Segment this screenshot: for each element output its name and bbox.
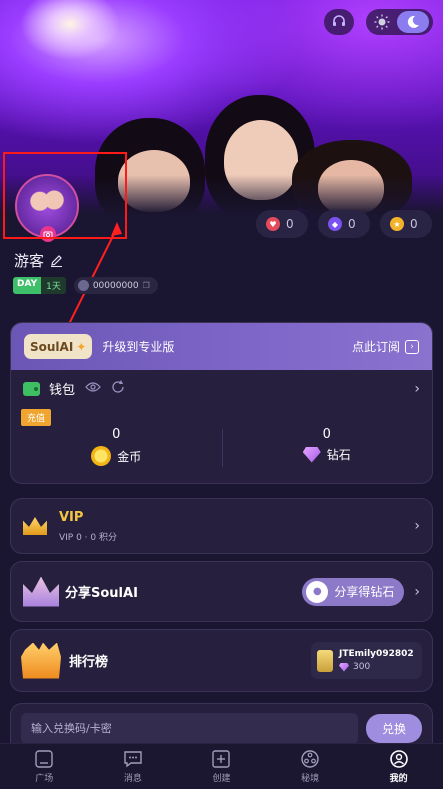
- user-id-badge[interactable]: 00000000 ❐: [73, 277, 158, 294]
- top-user-score: 300: [353, 662, 371, 672]
- recharge-tag[interactable]: 充值: [21, 409, 52, 426]
- highlight-box: [3, 152, 127, 239]
- edit-icon[interactable]: [50, 254, 63, 267]
- diamond-icon: [339, 662, 349, 672]
- nav-label: 创建: [212, 774, 231, 784]
- moon-icon: [407, 15, 419, 28]
- message-icon: [123, 749, 143, 769]
- film-reel-icon: [300, 749, 320, 769]
- upgrade-text: 升级到专业版: [102, 340, 175, 354]
- balances: 0 金币 0 钻石: [11, 427, 433, 467]
- profile-icon: [389, 749, 409, 769]
- share-title: 分享SoulAI: [65, 586, 138, 601]
- username-row: 游客: [14, 250, 63, 271]
- diamond-icon: [302, 446, 321, 463]
- bottom-nav: 广场 消息 创建 秘境 我的: [0, 743, 443, 789]
- stars-count[interactable]: ★ 0: [380, 210, 432, 238]
- nav-label: 秘境: [301, 774, 320, 784]
- support-button[interactable]: [324, 9, 354, 35]
- sun-icon: [374, 14, 390, 30]
- square-icon: [34, 749, 54, 769]
- wallet-title: 钱包: [49, 383, 76, 398]
- nav-item-profile[interactable]: 我的: [354, 744, 443, 789]
- crown-icon: [23, 517, 47, 535]
- theme-toggle[interactable]: [366, 9, 433, 35]
- nav-label: 消息: [123, 774, 142, 784]
- coin-icon: [91, 446, 112, 466]
- nav-label: 我的: [389, 774, 408, 784]
- diamonds-balance[interactable]: 0 钻石: [222, 427, 433, 466]
- eye-icon[interactable]: [85, 381, 101, 397]
- plus-icon: [211, 749, 231, 769]
- stat-pills: ♥ 0 ◆ 0 ★ 0: [256, 210, 432, 238]
- ranking-card[interactable]: 排行榜 JTEmily092802 300: [10, 629, 433, 692]
- nav-item-square[interactable]: 广场: [0, 744, 89, 789]
- redeem-code-input[interactable]: [21, 713, 358, 744]
- star-icon: ★: [390, 217, 404, 231]
- id-icon: [77, 280, 89, 291]
- username: 游客: [14, 252, 45, 270]
- nav-label: 广场: [35, 774, 54, 784]
- ranking-title: 排行榜: [69, 655, 109, 670]
- day-label: DAY: [13, 277, 42, 294]
- top-user-name: JTEmily092802: [339, 649, 414, 659]
- chandelier-light: [20, 0, 120, 60]
- wallet-row[interactable]: 钱包 ›: [11, 372, 432, 405]
- coins-balance[interactable]: 0 金币: [11, 427, 222, 466]
- crown-icon: [23, 576, 59, 607]
- chevron-right-icon: ›: [414, 380, 420, 397]
- likes-count[interactable]: ♥ 0: [256, 210, 308, 238]
- subscribe-label: 点此订阅: [351, 340, 400, 354]
- vip-card[interactable]: VIP VIP 0 · 0 积分 ›: [10, 498, 433, 554]
- vip-title: VIP: [59, 509, 84, 525]
- soulai-badge: SoulAI ✦: [24, 334, 93, 359]
- day-value: 1天: [41, 277, 66, 294]
- vip-subtitle: VIP 0 · 0 积分: [59, 532, 117, 543]
- share-button-label: 分享得钻石: [334, 585, 395, 599]
- gems-count[interactable]: ◆ 0: [318, 210, 370, 238]
- trophy-icon: [21, 642, 61, 679]
- divider: [222, 429, 223, 467]
- coins-label: 金币: [117, 449, 142, 464]
- heart-icon: ♥: [266, 217, 280, 231]
- likes-value: 0: [286, 217, 294, 231]
- nav-item-messages[interactable]: 消息: [89, 744, 178, 789]
- upgrade-banner[interactable]: SoulAI ✦ 升级到专业版 点此订阅 ›: [11, 323, 432, 370]
- copy-icon[interactable]: ❐: [143, 281, 150, 290]
- soulai-badge-label: SoulAI: [30, 339, 74, 354]
- top-ranked-user[interactable]: JTEmily092802 300: [311, 642, 422, 679]
- subscribe-link[interactable]: 点此订阅 ›: [352, 338, 419, 355]
- share-button[interactable]: ● 分享得钻石: [302, 577, 405, 606]
- diamonds-value: 0: [322, 427, 331, 442]
- chevron-right-icon: ›: [405, 339, 419, 354]
- nav-item-create[interactable]: 创建: [177, 744, 266, 789]
- coins-value: 0: [112, 427, 121, 442]
- wallet-icon: [23, 381, 40, 396]
- refresh-icon[interactable]: [111, 379, 125, 398]
- gem-icon: ◆: [328, 217, 342, 231]
- redeem-button[interactable]: 兑换: [366, 714, 422, 743]
- profile-tags: DAY 1天 00000000 ❐: [13, 277, 158, 294]
- medal-icon: [317, 649, 333, 672]
- day-badge: DAY 1天: [13, 277, 66, 294]
- moon-toggle-active[interactable]: [397, 11, 429, 33]
- chevron-right-icon: ›: [414, 583, 420, 600]
- gems-value: 0: [348, 217, 356, 231]
- headset-icon: [333, 15, 345, 26]
- chevron-right-icon: ›: [414, 518, 420, 534]
- user-id-value: 00000000: [92, 280, 139, 291]
- wallet-card: SoulAI ✦ 升级到专业版 点此订阅 › 钱包 › 充值 0 金币 0 钻石: [10, 322, 433, 484]
- stars-value: 0: [410, 217, 418, 231]
- sparkle-icon: ✦: [76, 339, 87, 354]
- share-card[interactable]: 分享SoulAI ● 分享得钻石 ›: [10, 561, 433, 622]
- diamonds-label: 钻石: [326, 448, 351, 462]
- nav-item-secret-realm[interactable]: 秘境: [266, 744, 355, 789]
- share-icon: ●: [306, 580, 329, 603]
